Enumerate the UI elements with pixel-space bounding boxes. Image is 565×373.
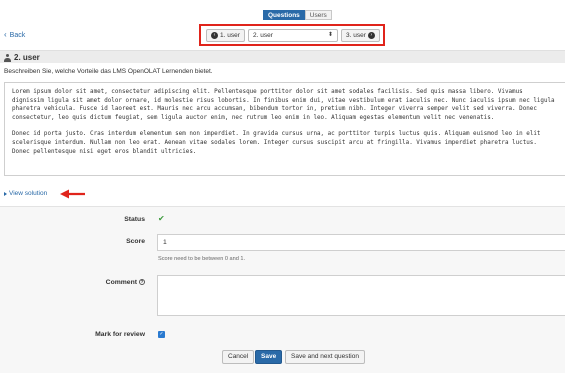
user-icon — [4, 53, 11, 62]
answer-paragraph-2: Donec id porta justo. Cras interdum elem… — [12, 131, 541, 155]
previous-user-button[interactable]: ‹ 1. user — [206, 29, 245, 42]
comment-textarea[interactable] — [157, 275, 565, 316]
chevron-circle-left-icon: ‹ — [211, 32, 218, 39]
grading-form: Status ✔ Score 1 Score need to be betwee… — [0, 206, 565, 373]
select-arrows-icon: ⬍ — [327, 32, 333, 38]
next-user-button[interactable]: 3. user › — [341, 29, 380, 42]
answer-paragraph-1: Lorem ipsum dolor sit amet, consectetur … — [12, 89, 555, 121]
user-answer: Lorem ipsum dolor sit amet, consectetur … — [4, 82, 565, 176]
comment-label-text: Comment — [105, 279, 137, 286]
save-button[interactable]: Save — [255, 350, 283, 364]
page-title-text: 2. user — [14, 53, 40, 62]
score-hint: Score need to be between 0 and 1. — [158, 256, 246, 262]
question-navigator-highlight: ‹ 1. user 2. user ⬍ 3. user › — [199, 24, 385, 46]
chevron-circle-right-icon: › — [367, 32, 375, 39]
user-select-value: 2. user — [253, 32, 273, 39]
tab-users[interactable]: Users — [304, 10, 332, 20]
score-label: Score — [126, 238, 145, 245]
question-title-bar: 2. user — [0, 50, 565, 63]
view-toggle: Questions Users — [263, 10, 332, 20]
user-select[interactable]: 2. user ⬍ — [248, 29, 338, 42]
cancel-button[interactable]: Cancel — [222, 350, 255, 364]
red-arrow-annotation-icon — [60, 189, 85, 199]
view-solution-label: View solution — [9, 190, 48, 197]
score-input[interactable]: 1 — [157, 234, 565, 251]
back-label: Back — [9, 31, 26, 39]
top-toolbar: Questions Users — [0, 8, 565, 22]
page-title: 2. user — [4, 53, 40, 62]
back-link[interactable]: ‹ Back — [4, 31, 25, 39]
view-solution-link[interactable]: View solution — [4, 190, 47, 197]
status-label: Status — [124, 216, 145, 223]
check-icon: ✔ — [158, 214, 165, 223]
next-user-label: 3. user — [346, 32, 366, 39]
save-next-button[interactable]: Save and next question — [285, 350, 365, 364]
info-icon[interactable]: ? — [139, 279, 145, 286]
chevron-left-icon: ‹ — [4, 30, 7, 39]
question-description: Beschreiben Sie, welche Vorteile das LMS… — [4, 68, 213, 75]
mark-review-label: Mark for review — [95, 331, 145, 338]
tab-questions[interactable]: Questions — [263, 10, 305, 20]
mark-review-checkbox[interactable]: ✓ — [158, 331, 165, 338]
caret-right-icon — [4, 191, 7, 196]
question-navigation: ‹ Back ‹ 1. user 2. user ⬍ 3. user › — [0, 22, 565, 48]
comment-label: Comment? — [106, 279, 145, 286]
previous-user-label: 1. user — [220, 32, 240, 39]
